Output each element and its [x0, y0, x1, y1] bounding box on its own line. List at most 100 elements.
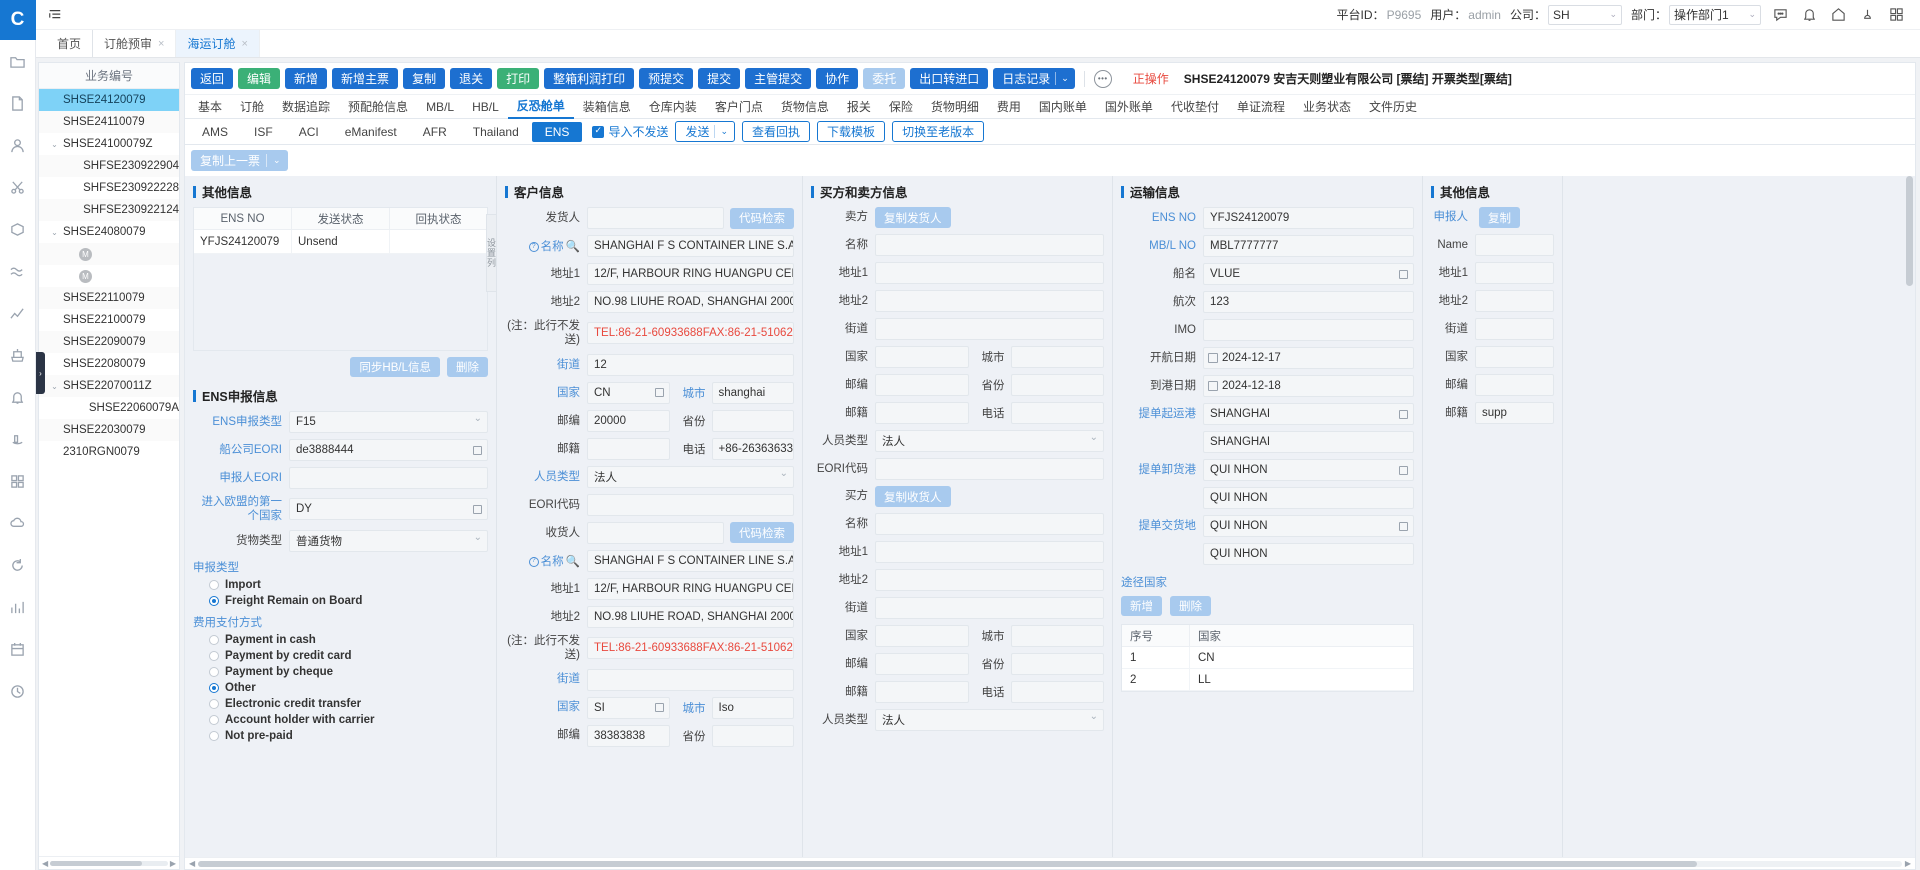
- seller-street-input[interactable]: [875, 318, 1104, 340]
- module-tab[interactable]: 货物明细: [922, 95, 988, 119]
- consignee-post-input[interactable]: 38383838: [587, 725, 670, 747]
- amazon-icon[interactable]: [0, 418, 36, 460]
- consignee-addr1-input[interactable]: 12/F, HARBOUR RING HUANGPU CENTER,: [587, 578, 794, 600]
- field-input[interactable]: DY: [289, 498, 488, 520]
- radio-option[interactable]: Not pre-paid: [193, 730, 488, 742]
- field-input[interactable]: VLUE: [1203, 263, 1414, 285]
- shipper-country-input[interactable]: CN: [587, 382, 670, 404]
- toolbar-button[interactable]: 提交: [698, 68, 740, 89]
- import-no-send-checkbox[interactable]: 导入不发送: [592, 123, 668, 140]
- tree-node[interactable]: ⌄SHSE24080079: [39, 221, 179, 243]
- field-input[interactable]: [1203, 319, 1414, 341]
- grid-icon[interactable]: [1886, 5, 1906, 25]
- radio-option[interactable]: Other: [193, 682, 488, 694]
- field-input[interactable]: [1475, 234, 1554, 256]
- scissors-icon[interactable]: [0, 166, 36, 208]
- module-tab[interactable]: 反恐舱单: [508, 95, 574, 119]
- hamburger-icon[interactable]: [46, 6, 64, 24]
- column-settings-strip[interactable]: 设置列: [486, 214, 497, 292]
- radio-option[interactable]: Import: [193, 579, 488, 591]
- chart-line-icon[interactable]: [0, 292, 36, 334]
- consignee-street-input[interactable]: [587, 669, 794, 691]
- shipper-note-input[interactable]: TEL:86-21-60933688FAX:86-21-5106268BUSC: [587, 322, 794, 344]
- seller-tel-input[interactable]: [1011, 402, 1105, 424]
- sub-tab[interactable]: Thailand: [460, 119, 532, 144]
- field-input[interactable]: 2024-12-17: [1203, 347, 1414, 369]
- view-receipt-button[interactable]: 查看回执: [742, 121, 810, 142]
- field-input[interactable]: de3888444: [289, 439, 488, 461]
- tree-node[interactable]: 2310RGN0079: [39, 441, 179, 463]
- field-input[interactable]: [1475, 374, 1554, 396]
- wave-icon[interactable]: [0, 250, 36, 292]
- buyer-name-input[interactable]: [875, 513, 1104, 535]
- shipper-input[interactable]: [587, 207, 724, 229]
- shipper-addr1-input[interactable]: 12/F, HARBOUR RING HUANGPU CENTER,: [587, 263, 794, 285]
- copy-previous-button[interactable]: 复制上一票 ⌄: [191, 150, 288, 171]
- tree-node[interactable]: SHSE24120079: [39, 89, 179, 111]
- sub-tab[interactable]: AMS: [189, 119, 241, 144]
- buyer-post-input[interactable]: [875, 653, 969, 675]
- shipper-nat-input[interactable]: [587, 438, 670, 460]
- module-tab[interactable]: 国内账单: [1030, 95, 1096, 119]
- radio-option[interactable]: Freight Remain on Board: [193, 595, 488, 607]
- sub-tab[interactable]: ENS: [532, 122, 583, 142]
- toolbar-button[interactable]: 退关: [450, 68, 492, 89]
- copy-shipper-button[interactable]: 复制发货人: [875, 207, 951, 228]
- bell-icon[interactable]: [1799, 5, 1819, 25]
- shipper-prov-input[interactable]: [712, 410, 795, 432]
- toolbar-button[interactable]: 整箱利润打印: [544, 68, 634, 89]
- tree-node[interactable]: M: [39, 243, 179, 265]
- copy-icon[interactable]: [1399, 270, 1408, 279]
- seller-addr2-input[interactable]: [875, 290, 1104, 312]
- toolbar-button[interactable]: 编辑: [238, 68, 280, 89]
- company-selector[interactable]: 公司： SH ⌄: [1510, 5, 1622, 25]
- radio-option[interactable]: Payment by credit card: [193, 650, 488, 662]
- tree-node[interactable]: SHSE22030079: [39, 419, 179, 441]
- table-row[interactable]: 2 LL: [1122, 669, 1413, 691]
- code-search-button-2[interactable]: 代码检索: [730, 522, 794, 543]
- radio-option[interactable]: Account holder with carrier: [193, 714, 488, 726]
- consignee-input[interactable]: [587, 522, 724, 544]
- field-input[interactable]: SHANGHAI: [1203, 431, 1414, 453]
- content-hscrollbar[interactable]: ◀ ▶: [185, 857, 1915, 869]
- tree-node[interactable]: ⌄SHSE24100079Z: [39, 133, 179, 155]
- chevron-down-icon[interactable]: ⌄: [273, 155, 288, 166]
- toolbar-button[interactable]: 打印: [497, 68, 539, 89]
- dept-select[interactable]: 操作部门1 ⌄: [1669, 5, 1761, 25]
- buyer-nat-input[interactable]: [875, 681, 969, 703]
- calendar-icon[interactable]: [0, 628, 36, 670]
- copy-icon[interactable]: [473, 505, 482, 514]
- sidebar-collapse-handle[interactable]: ›: [36, 352, 45, 394]
- tree-node[interactable]: ⌄SHSE22070011Z: [39, 375, 179, 397]
- shipper-post-input[interactable]: 20000: [587, 410, 670, 432]
- field-input[interactable]: YFJS24120079: [1203, 207, 1414, 229]
- module-tab[interactable]: 基本: [189, 95, 231, 119]
- module-tab[interactable]: 数据追踪: [273, 95, 339, 119]
- copy-button[interactable]: 复制: [1479, 207, 1520, 228]
- toolbar-button[interactable]: 返回: [191, 68, 233, 89]
- module-tab[interactable]: 代收垫付: [1162, 95, 1228, 119]
- module-tab[interactable]: 文件历史: [1360, 95, 1426, 119]
- seller-addr1-input[interactable]: [875, 262, 1104, 284]
- shipper-name-input[interactable]: SHANGHAI F S CONTAINER LINE S.A.: [587, 235, 794, 257]
- document-icon[interactable]: [0, 82, 36, 124]
- log-record-button[interactable]: 日志记录⌄: [993, 68, 1075, 89]
- field-input[interactable]: 普通货物: [289, 530, 488, 552]
- field-input[interactable]: QUI NHON: [1203, 543, 1414, 565]
- toolbar-button[interactable]: 预提交: [639, 68, 693, 89]
- radio-option[interactable]: Payment in cash: [193, 634, 488, 646]
- dept-selector[interactable]: 部门： 操作部门1 ⌄: [1631, 5, 1761, 25]
- checkbox-box[interactable]: [592, 126, 604, 138]
- copy-consignee-button[interactable]: 复制收货人: [875, 486, 951, 507]
- sync-hbl-button[interactable]: 同步HB/L信息: [350, 357, 440, 377]
- buyer-addr2-input[interactable]: [875, 569, 1104, 591]
- hscroll-track[interactable]: [198, 861, 1902, 867]
- scroll-left-icon[interactable]: ◀: [42, 859, 48, 868]
- box-icon[interactable]: [0, 208, 36, 250]
- tab-sea-booking[interactable]: 海运订舱 ×: [176, 30, 259, 57]
- comment-icon[interactable]: •••: [1094, 70, 1112, 88]
- buyer-street-input[interactable]: [875, 597, 1104, 619]
- module-tab[interactable]: 费用: [988, 95, 1030, 119]
- buyer-prov-input[interactable]: [1011, 653, 1105, 675]
- sub-tab[interactable]: eManifest: [332, 119, 410, 144]
